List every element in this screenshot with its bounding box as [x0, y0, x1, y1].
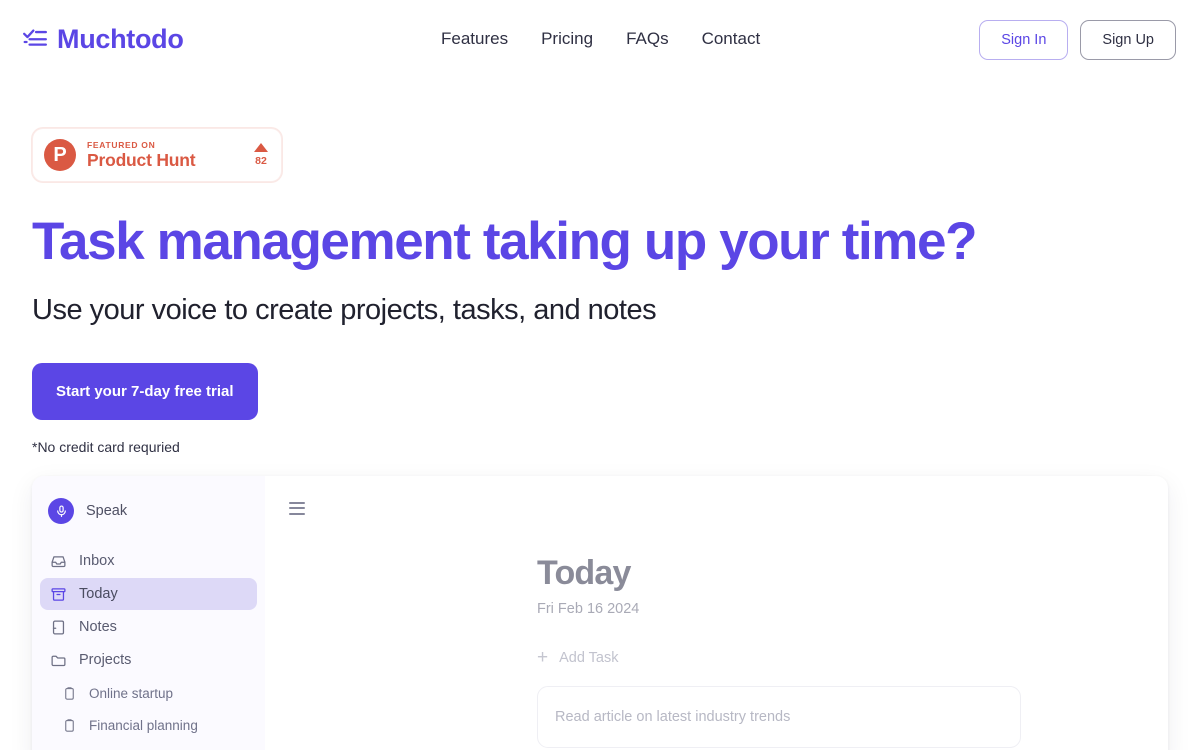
hero-title: Task management taking up your time? [32, 212, 977, 271]
inbox-icon [50, 553, 67, 570]
sidebar-item-label: Notes [79, 619, 117, 635]
add-task-label: Add Task [559, 649, 619, 666]
nav-item-contact[interactable]: Contact [702, 26, 761, 52]
sidebar-item-label: Today [79, 586, 118, 602]
sidebar-project-financial-planning[interactable]: Financial planning [40, 709, 257, 741]
add-task-button[interactable]: + Add Task [537, 648, 1037, 667]
sidebar-item-today[interactable]: Today [40, 578, 257, 610]
product-hunt-upvotes: 82 [254, 143, 268, 167]
today-date: Fri Feb 16 2024 [537, 601, 640, 617]
task-title: Read article on latest industry trends [555, 709, 791, 725]
product-hunt-icon: P [44, 139, 76, 171]
clipboard-icon [62, 718, 77, 733]
upvote-count: 82 [255, 155, 267, 168]
task-row[interactable]: Read article on latest industry trends [537, 686, 1021, 748]
sidebar-item-projects[interactable]: Projects [40, 644, 257, 676]
hero-section: P FEATURED ON Product Hunt 82 Task manag… [0, 128, 1200, 455]
sidebar-project-online-startup[interactable]: Online startup [40, 677, 257, 709]
app-preview-card: Speak Inbox Today Notes Projects Online … [32, 476, 1168, 750]
archive-icon [50, 586, 67, 603]
notebook-icon [50, 619, 67, 636]
app-main-content: Today Fri Feb 16 2024 + Add Task Read ar… [265, 476, 1168, 750]
sidebar-item-inbox[interactable]: Inbox [40, 545, 257, 577]
plus-icon: + [537, 647, 549, 668]
nav-item-pricing[interactable]: Pricing [541, 26, 593, 52]
sidebar-item-notes[interactable]: Notes [40, 611, 257, 643]
sign-in-button[interactable]: Sign In [979, 20, 1069, 60]
product-hunt-name: Product Hunt [87, 149, 196, 170]
hamburger-line [289, 507, 305, 510]
brand-logo[interactable]: Muchtodo [22, 23, 184, 54]
no-credit-card-note: *No credit card requried [32, 438, 180, 455]
today-panel: Today Fri Feb 16 2024 + Add Task Read ar… [537, 556, 1037, 748]
sidebar-project-label: Financial planning [89, 717, 198, 733]
sidebar-item-label: Inbox [79, 553, 115, 569]
sidebar-item-label: Projects [79, 652, 132, 668]
speak-button[interactable]: Speak [40, 498, 257, 524]
clipboard-icon [62, 686, 77, 701]
app-sidebar: Speak Inbox Today Notes Projects Online … [32, 476, 265, 750]
upvote-triangle-icon [254, 143, 268, 153]
hamburger-line [289, 512, 305, 515]
product-hunt-text: FEATURED ON Product Hunt [87, 141, 243, 169]
hamburger-line [289, 502, 305, 504]
sidebar-project-label: Online startup [89, 685, 174, 701]
today-title: Today [537, 554, 631, 592]
auth-actions: Sign In Sign Up [979, 20, 1176, 60]
speak-label: Speak [86, 503, 128, 519]
brand-name: Muchtodo [57, 23, 184, 54]
folder-icon [50, 652, 67, 669]
hamburger-icon[interactable] [289, 502, 305, 515]
checklist-icon [22, 26, 48, 52]
microphone-icon [48, 498, 74, 524]
start-free-trial-button[interactable]: Start your 7-day free trial [32, 362, 258, 420]
sign-up-button[interactable]: Sign Up [1080, 20, 1176, 60]
main-nav: Features Pricing FAQs Contact [441, 26, 760, 52]
product-hunt-featured-label: FEATURED ON [87, 140, 156, 150]
nav-item-faqs[interactable]: FAQs [626, 26, 669, 52]
hero-subtitle: Use your voice to create projects, tasks… [32, 293, 657, 326]
nav-item-features[interactable]: Features [441, 26, 508, 52]
site-header: Muchtodo Features Pricing FAQs Contact S… [0, 0, 1200, 78]
product-hunt-badge[interactable]: P FEATURED ON Product Hunt 82 [32, 128, 282, 182]
